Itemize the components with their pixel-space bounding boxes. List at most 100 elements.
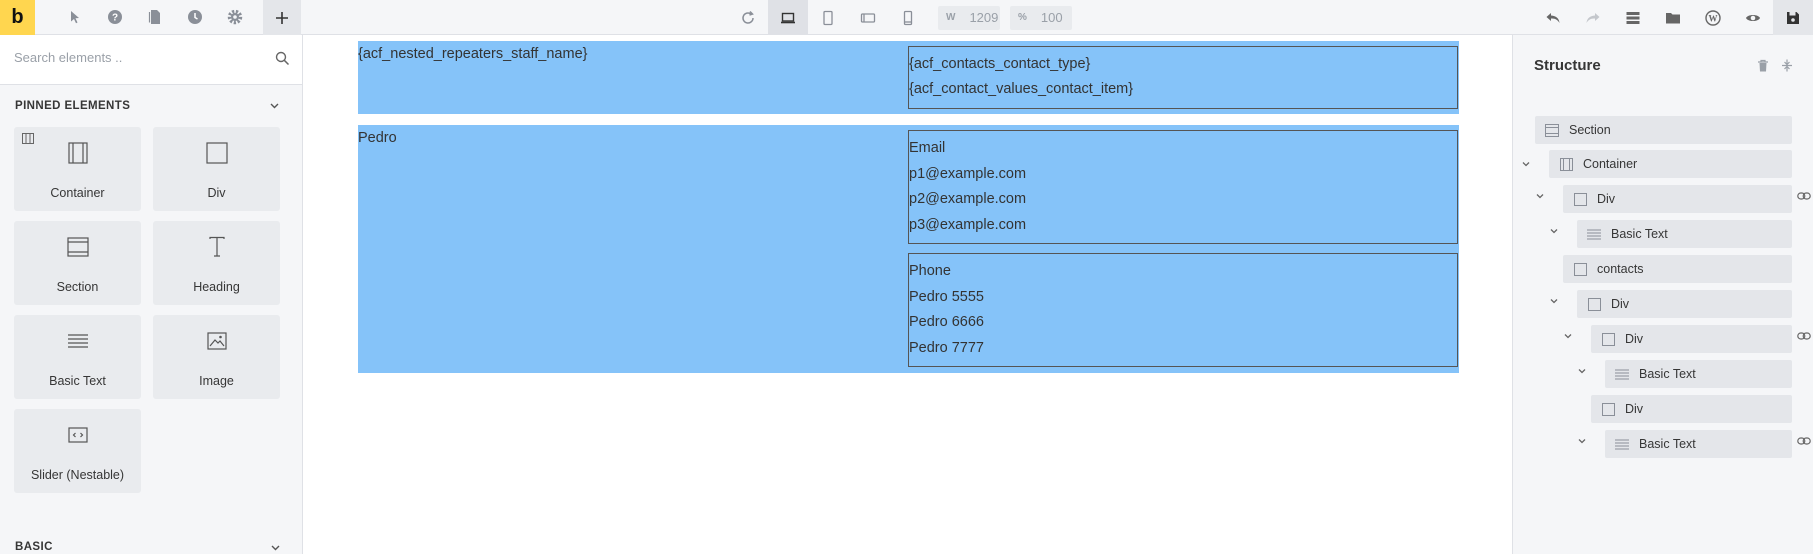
element-tile-container[interactable]: Container	[14, 127, 141, 211]
contact-type[interactable]: Email	[909, 140, 945, 156]
element-tile-slider-nestable[interactable]: Slider (Nestable)	[14, 409, 141, 493]
contact-item[interactable]: Pedro 7777	[909, 340, 984, 356]
settings-gear-icon[interactable]	[215, 0, 255, 35]
width-label: W	[946, 12, 956, 23]
builder-canvas[interactable]: {acf_nested_repeaters_staff_name} {acf_c…	[304, 35, 1512, 554]
pointer-icon[interactable]	[55, 0, 95, 35]
chevron-down-icon[interactable]	[1549, 226, 1559, 236]
folder-icon[interactable]	[1653, 0, 1693, 35]
staff-name[interactable]: {acf_nested_repeaters_staff_name}	[358, 46, 588, 62]
element-tile-div[interactable]: Div	[153, 127, 280, 211]
chevron-down-icon[interactable]	[1535, 191, 1545, 201]
element-tile-label: Heading	[193, 280, 240, 294]
width-field[interactable]: W 1209	[938, 5, 1000, 30]
history-icon[interactable]	[175, 0, 215, 35]
contact-item[interactable]: Pedro 6666	[909, 314, 984, 330]
structure-node-basic-text[interactable]: Basic Text	[1577, 220, 1792, 248]
contact-item[interactable]: p2@example.com	[909, 191, 1026, 207]
staff-name[interactable]: Pedro	[358, 130, 397, 146]
add-elements-button[interactable]	[263, 0, 301, 35]
chevron-down-icon[interactable]	[1577, 366, 1587, 376]
search-icon[interactable]	[275, 51, 290, 66]
elements-panel: PINNED ELEMENTS Container Div Section	[0, 35, 303, 554]
element-tile-section[interactable]: Section	[14, 221, 141, 305]
reload-icon[interactable]	[728, 0, 768, 35]
basic-elements-header[interactable]: BASIC	[0, 533, 302, 554]
search-input[interactable]	[14, 50, 254, 65]
save-button[interactable]	[1773, 0, 1813, 35]
structure-node-section[interactable]: Section	[1535, 116, 1792, 144]
heading-icon	[207, 234, 227, 260]
contacts-box[interactable]: {acf_contacts_contact_type} {acf_contact…	[908, 46, 1458, 109]
layers-icon[interactable]	[1613, 0, 1653, 35]
structure-node-label: Container	[1583, 157, 1638, 171]
pages-icon[interactable]	[135, 0, 175, 35]
zoom-value: 100	[1040, 10, 1063, 25]
preview-eye-icon[interactable]	[1733, 0, 1773, 35]
container-icon	[1559, 157, 1573, 171]
basic-text-icon	[67, 328, 89, 354]
link-icon	[1797, 437, 1811, 445]
pinned-elements-header[interactable]: PINNED ELEMENTS	[0, 85, 302, 127]
wordpress-icon[interactable]: W	[1693, 0, 1733, 35]
div-icon	[1573, 262, 1587, 276]
div-icon	[1601, 402, 1615, 416]
trash-icon[interactable]	[1757, 59, 1769, 72]
email-contacts-box[interactable]: Email p1@example.com p2@example.com p3@e…	[908, 130, 1458, 244]
chevron-down-icon[interactable]	[1521, 159, 1531, 169]
chevron-down-icon	[270, 103, 279, 109]
pinned-icon	[22, 133, 34, 144]
structure-node-div[interactable]: Div	[1591, 395, 1792, 423]
chevron-down-icon[interactable]	[1577, 436, 1587, 446]
staff-row-pedro[interactable]: Pedro Email p1@example.com p2@example.co…	[358, 125, 1459, 373]
svg-text:?: ?	[112, 13, 118, 24]
structure-node-basic-text[interactable]: Basic Text	[1605, 360, 1792, 388]
desktop-breakpoint-icon[interactable]	[768, 0, 808, 35]
contact-type[interactable]: {acf_contacts_contact_type}	[909, 56, 1090, 72]
structure-node-div[interactable]: Div	[1577, 290, 1792, 318]
structure-node-label: Basic Text	[1639, 437, 1696, 451]
element-tile-image[interactable]: Image	[153, 315, 280, 399]
contact-type[interactable]: Phone	[909, 263, 951, 279]
structure-node-label: Div	[1597, 192, 1616, 206]
staff-row-template[interactable]: {acf_nested_repeaters_staff_name} {acf_c…	[358, 41, 1459, 114]
structure-node-contacts[interactable]: contacts	[1563, 255, 1792, 283]
help-icon[interactable]: ?	[95, 0, 135, 35]
structure-node-div[interactable]: Div	[1563, 185, 1792, 213]
chevron-down-icon[interactable]	[1563, 331, 1573, 341]
redo-icon[interactable]	[1573, 0, 1613, 35]
bricks-logo[interactable]: b	[0, 0, 35, 35]
save-icon	[1787, 11, 1799, 24]
phone-contacts-box[interactable]: Phone Pedro 5555 Pedro 6666 Pedro 7777	[908, 253, 1458, 367]
structure-node-label: Basic Text	[1639, 367, 1696, 381]
structure-node-label: Div	[1611, 297, 1630, 311]
toolbar-left-group: ?	[55, 0, 255, 35]
element-tile-basic-text[interactable]: Basic Text	[14, 315, 141, 399]
contact-item[interactable]: p1@example.com	[909, 166, 1026, 182]
undo-icon[interactable]	[1533, 0, 1573, 35]
basic-elements-title: BASIC	[15, 541, 53, 553]
element-tile-label: Slider (Nestable)	[30, 468, 125, 482]
toolbar-right-group: W	[1533, 0, 1773, 35]
tablet-portrait-icon[interactable]	[808, 0, 848, 35]
basic-text-icon	[1615, 367, 1629, 381]
structure-node-label: Section	[1569, 123, 1611, 137]
link-icon	[1797, 332, 1811, 340]
element-tile-heading[interactable]: Heading	[153, 221, 280, 305]
mobile-portrait-icon[interactable]	[888, 0, 928, 35]
collapse-all-icon[interactable]	[1781, 59, 1793, 72]
structure-node-basic-text[interactable]: Basic Text	[1605, 430, 1792, 458]
image-icon	[206, 328, 227, 354]
contact-item[interactable]: {acf_contact_values_contact_item}	[909, 81, 1133, 97]
contact-item[interactable]: Pedro 5555	[909, 289, 984, 305]
structure-node-label: Div	[1625, 332, 1644, 346]
width-value: 1209	[969, 10, 999, 25]
zoom-field[interactable]: % 100	[1010, 5, 1072, 30]
mobile-landscape-icon[interactable]	[848, 0, 888, 35]
structure-node-container[interactable]: Container	[1549, 150, 1792, 178]
search-bar	[0, 35, 302, 85]
zoom-label: %	[1018, 12, 1027, 23]
contact-item[interactable]: p3@example.com	[909, 217, 1026, 233]
chevron-down-icon[interactable]	[1549, 296, 1559, 306]
structure-node-div[interactable]: Div	[1591, 325, 1792, 353]
